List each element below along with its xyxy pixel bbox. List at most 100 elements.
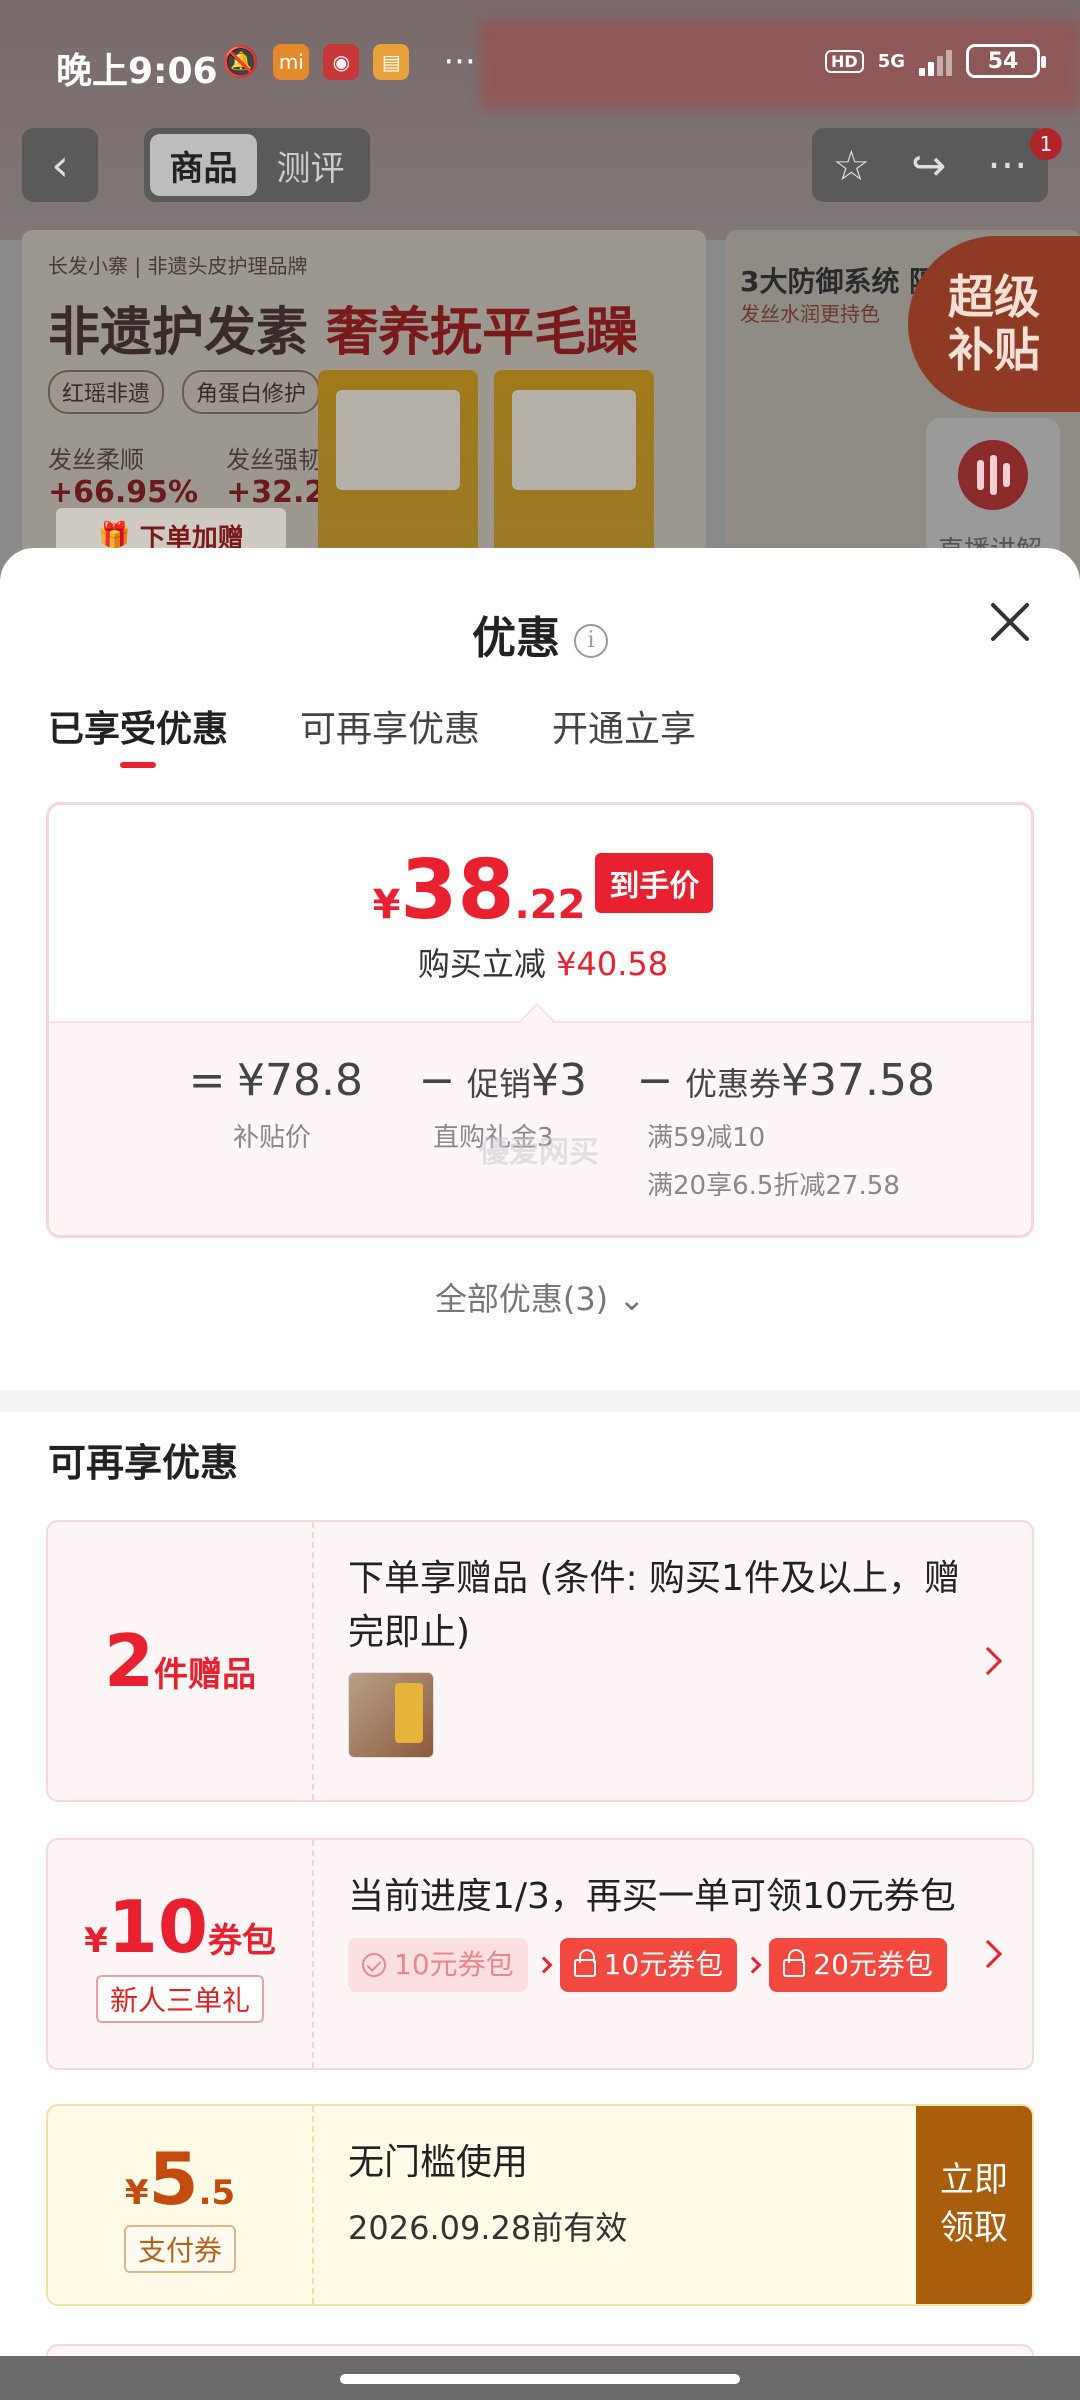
pay-coupon-amount: ¥5.5 — [125, 2137, 235, 2221]
banner-brand: 长发小寨 | 非遗头皮护理品牌 — [48, 254, 308, 278]
pay-coupon-desc: 无门槛使用 — [348, 2142, 529, 2183]
banner-title: 非遗护发素 奢养抚平毛躁 — [48, 290, 638, 365]
price-currency: ¥ — [372, 882, 401, 928]
coupon-pack-value: ¥10券包 新人三单礼 — [48, 1840, 314, 2068]
coupon-pack-desc: 当前进度1/3，再买一单可领10元券包 — [348, 1876, 956, 1917]
tab-activate-offers[interactable]: 开通立享 — [552, 700, 696, 752]
coupon-sub-label: 满59减10 — [647, 1123, 766, 1153]
battery-icon: 54 — [966, 44, 1046, 78]
pay-coupon-label: 支付券 — [123, 2225, 236, 2273]
hd-icon: HD — [825, 49, 864, 73]
saved-amount: 购买立减 ¥40.58 — [49, 939, 1031, 985]
tab-enjoyed-offers[interactable]: 已享受优惠 — [48, 700, 228, 768]
claim-button[interactable]: 立即 领取 — [916, 2106, 1032, 2304]
status-notification-icons: 🔕 mi ◉ ▤ ··· — [222, 42, 476, 82]
pay-coupon-body: 无门槛使用 2026.09.28前有效 — [348, 2136, 968, 2252]
tab-review[interactable]: 测评 — [257, 134, 364, 196]
final-price-tag: 到手价 — [595, 853, 714, 913]
info-icon[interactable]: i — [574, 624, 608, 658]
share-icon[interactable]: ↪ — [911, 141, 946, 190]
banner-tag: 红瑶非遗 — [48, 370, 165, 414]
pay-coupon-expiry: 2026.09.28前有效 — [348, 2209, 628, 2247]
status-bar: 晚上9:06 🔕 mi ◉ ▤ ··· HD 5G 54 — [0, 0, 1080, 124]
section-divider — [0, 1390, 1080, 1412]
coupon-step: 10元券包 — [348, 1938, 528, 1992]
coupon-progress-steps: 10元券包 10元券包 20元券包 — [348, 1938, 968, 1992]
pay-coupon-card: ¥5.5 支付券 无门槛使用 2026.09.28前有效 立即 领取 — [46, 2104, 1034, 2306]
price-summary-card: ¥38.22 到手价 购买立减 ¥40.58 = ¥78.8 − 促销¥3 − 优… — [46, 802, 1034, 1238]
tab-product[interactable]: 商品 — [150, 134, 257, 196]
coupon-pack-amount: ¥10券包 — [84, 1885, 276, 1969]
coupon-pack-num: 10 — [107, 1885, 208, 1969]
equals-sign: = — [188, 1055, 226, 1106]
mute-icon: 🔕 — [222, 44, 260, 80]
subsidy-label: 补贴价 — [233, 1123, 312, 1153]
subsidy-price: ¥78.8 — [237, 1055, 363, 1106]
back-button[interactable]: ‹ — [22, 128, 98, 202]
pay-num: 5 — [148, 2137, 199, 2221]
banner-stat: 发丝柔顺 +66.95% — [48, 440, 198, 510]
saved-value: ¥40.58 — [556, 945, 669, 983]
network-type: 5G — [877, 50, 905, 72]
promo-value: ¥3 — [531, 1055, 588, 1106]
saved-label: 购买立减 — [417, 945, 546, 983]
gift-offer-card[interactable]: 2件赠品 下单享赠品 (条件: 购买1件及以上，赠完即止) — [46, 1520, 1034, 1802]
watermark: 優爱网买 — [479, 1135, 599, 1170]
lock-icon — [783, 1949, 806, 1977]
banner2-subtitle: 发丝水润更持色 — [740, 302, 880, 326]
chevron-down-icon: ⌄ — [618, 1280, 646, 1318]
tab-more-offers[interactable]: 可再享优惠 — [300, 700, 480, 752]
price-decimal: .22 — [514, 882, 586, 928]
more-icon[interactable]: ··· — [987, 141, 1027, 190]
coupon-value: ¥37.58 — [781, 1055, 935, 1106]
coupon-step: 20元券包 — [769, 1938, 947, 1992]
all-offers-toggle[interactable]: 全部优惠(3) ⌄ — [0, 1274, 1080, 1320]
super-line1: 超级 — [948, 270, 1040, 325]
coupon-discount: 优惠券¥37.58 — [685, 1055, 935, 1106]
promo-label: 促销 — [467, 1065, 532, 1103]
gift-count: 2件赠品 — [104, 1619, 256, 1703]
super-line2: 补贴 — [948, 323, 1040, 377]
stat-value: +66.95% — [48, 475, 199, 510]
coupon-step-label: 10元券包 — [603, 1948, 724, 1981]
gift-desc: 下单享赠品 (条件: 购买1件及以上，赠完即止) — [348, 1558, 960, 1653]
coupon-step: 10元券包 — [559, 1938, 738, 1992]
final-price: ¥38.22 到手价 — [49, 843, 1031, 938]
promo-discount: 促销¥3 — [467, 1055, 601, 1106]
gift-icon: 🎁 — [98, 521, 140, 551]
weibo-icon: ◉ — [323, 44, 360, 80]
chevron-left-icon: ‹ — [51, 139, 69, 191]
section-title: 可再享优惠 — [48, 1441, 239, 1485]
offer-tabs: 已享受优惠 可再享优惠 开通立享 — [48, 700, 696, 768]
lock-icon — [573, 1949, 596, 1977]
claim-line1: 立即 — [940, 2160, 1008, 2201]
mi-app-icon: mi — [273, 44, 310, 80]
product-banner-main[interactable]: 长发小寨 | 非遗头皮护理品牌 非遗护发素 奢养抚平毛躁 红瑶非遗 角蛋白修护 … — [22, 230, 706, 580]
status-system-icons: HD 5G 54 — [825, 44, 1046, 78]
close-icon[interactable] — [984, 596, 1036, 648]
super-subsidy-badge: 超级 补贴 — [908, 236, 1080, 412]
banner-title-a: 非遗护发素 — [48, 303, 309, 363]
coupon-pack-currency: ¥ — [84, 1921, 108, 1961]
status-time: 晚上9:06 — [56, 51, 218, 92]
coupon-step-label: 20元券包 — [813, 1948, 933, 1981]
banner-tags: 红瑶非遗 角蛋白修护 — [48, 370, 321, 414]
claim-label: 立即 领取 — [940, 2157, 1008, 2252]
arrow-right-icon — [744, 1956, 762, 1974]
minus-sign: − — [636, 1055, 674, 1106]
stat-label: 发丝柔顺 — [48, 446, 144, 474]
minus-sign: − — [418, 1055, 456, 1106]
all-offers-label: 全部优惠(3) — [434, 1280, 609, 1318]
gift-unit: 件赠品 — [154, 1655, 257, 1695]
star-icon[interactable]: ☆ — [833, 141, 871, 190]
coupon-pack-card[interactable]: ¥10券包 新人三单礼 当前进度1/3，再买一单可领10元券包 10元券包 10… — [46, 1838, 1034, 2070]
chevron-right-icon — [973, 1646, 1003, 1676]
banner-title-b: 奢养抚平毛躁 — [326, 303, 639, 363]
more-notifications-icon: ··· — [443, 42, 476, 82]
pay-dec: .5 — [198, 2173, 236, 2213]
stat-label: 发丝强韧 — [226, 446, 323, 474]
check-icon — [362, 1953, 386, 1977]
chevron-right-icon — [973, 1939, 1003, 1969]
home-indicator[interactable] — [340, 2374, 740, 2384]
notification-badge: 1 — [1030, 128, 1062, 160]
